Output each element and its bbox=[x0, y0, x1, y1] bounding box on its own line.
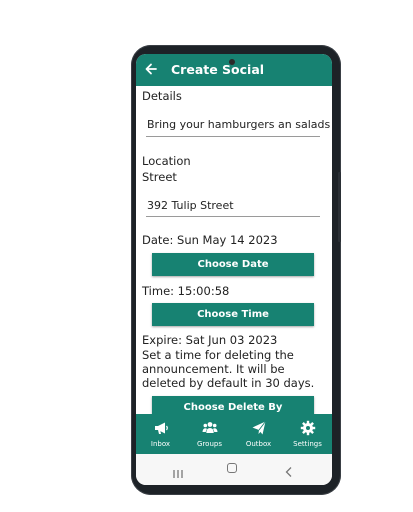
nav-label-inbox: Inbox bbox=[150, 440, 171, 448]
street-label: Street bbox=[142, 170, 177, 184]
expire-note: Set a time for deleting the announcement… bbox=[142, 348, 315, 390]
choose-time-button[interactable]: Choose Time bbox=[152, 303, 314, 326]
date-text: Date: Sun May 14 2023 bbox=[142, 233, 278, 247]
choose-date-button[interactable]: Choose Date bbox=[152, 253, 314, 276]
bottom-navigation: Inbox Groups Outbox Settings bbox=[136, 414, 332, 454]
details-label: Details bbox=[142, 89, 182, 103]
street-input[interactable]: 392 Tulip Street bbox=[147, 199, 234, 212]
app-bar: Create Social bbox=[136, 54, 332, 86]
location-label: Location bbox=[142, 154, 191, 168]
time-text: Time: 15:00:58 bbox=[142, 284, 230, 298]
create-social-form: Details Bring your hamburgers an salads … bbox=[136, 86, 332, 414]
gear-icon bbox=[300, 420, 316, 436]
choose-delete-by-button[interactable]: Choose Delete By bbox=[152, 396, 314, 414]
front-camera bbox=[229, 59, 235, 65]
back-arrow-icon[interactable] bbox=[144, 61, 158, 77]
nav-item-inbox[interactable]: Inbox bbox=[136, 414, 185, 454]
megaphone-icon bbox=[155, 422, 168, 434]
nav-label-settings: Settings bbox=[293, 440, 322, 448]
nav-label-outbox: Outbox bbox=[245, 440, 272, 448]
home-icon[interactable] bbox=[227, 463, 237, 473]
street-input-underline bbox=[146, 216, 320, 217]
nav-item-settings[interactable]: Settings bbox=[283, 414, 332, 454]
page-title: Create Social bbox=[171, 62, 265, 77]
phone-screen: Create Social Details Bring your hamburg… bbox=[136, 54, 332, 485]
system-back-icon[interactable] bbox=[284, 463, 294, 477]
nav-label-groups: Groups bbox=[197, 440, 222, 448]
details-input[interactable]: Bring your hamburgers an salads bbox=[147, 118, 330, 131]
system-navigation-bar bbox=[136, 454, 332, 485]
recent-apps-icon[interactable] bbox=[172, 464, 184, 478]
nav-item-groups[interactable]: Groups bbox=[185, 414, 234, 454]
send-icon bbox=[252, 421, 266, 435]
expire-text: Expire: Sat Jun 03 2023 bbox=[142, 333, 278, 347]
nav-item-outbox[interactable]: Outbox bbox=[234, 414, 283, 454]
details-input-underline bbox=[146, 136, 320, 137]
people-icon bbox=[202, 422, 218, 433]
phone-side-button bbox=[338, 172, 341, 242]
